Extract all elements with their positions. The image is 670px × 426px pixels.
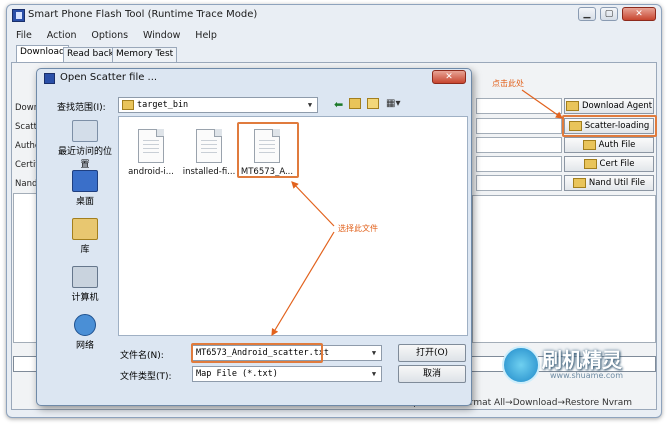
folder-icon [572,178,586,188]
tab-memory-test[interactable]: Memory Test [112,47,178,62]
computer-icon [72,266,98,288]
nand-util-file-button[interactable]: Nand Util File [564,175,654,191]
file-highlight-box [237,122,299,178]
places-bar: 最近访问的位置 桌面 库 计算机 网络 [56,118,114,358]
filename-highlight-box [191,343,323,363]
file-name: android-i... [128,167,174,177]
place-network[interactable]: 网络 [56,314,114,351]
folder-icon [583,159,597,169]
file-item[interactable]: installed-fi... [181,129,237,177]
place-desktop-label: 桌面 [75,197,94,207]
auth-file-button[interactable]: Auth File [564,137,654,153]
file-name: installed-fi... [182,167,236,177]
cancel-button[interactable]: 取消 [398,365,466,383]
up-folder-icon[interactable] [349,98,361,109]
place-library[interactable]: 库 [56,218,114,255]
auth-path-field[interactable] [476,137,562,153]
scatter-highlight-box [562,115,657,137]
tab-read-back[interactable]: Read back [63,47,118,62]
download-agent-path-field[interactable] [476,98,562,114]
watermark-logo: 刷机精灵 www.shuame.com [502,344,658,388]
window-title: Smart Phone Flash Tool (Runtime Trace Mo… [28,9,258,20]
filename-label: 文件名(N): [120,351,164,361]
place-recent-label: 最近访问的位置 [57,147,112,170]
cert-file-label: Cert File [599,159,635,169]
brand-logo-icon [502,346,540,384]
place-computer[interactable]: 计算机 [56,266,114,303]
file-item[interactable]: android-i... [123,129,179,177]
filetype-label: 文件类型(T): [120,372,172,382]
place-network-label: 网络 [75,341,94,351]
open-button[interactable]: 打开(O) [398,344,466,362]
menu-window[interactable]: Window [143,30,180,41]
cert-path-field[interactable] [476,156,562,172]
folder-icon [582,140,596,150]
place-recent[interactable]: 最近访问的位置 [56,120,114,170]
file-list-area [472,195,656,343]
lookin-value: target_bin [137,100,189,110]
tab-download[interactable]: Download [16,45,69,62]
maximize-button[interactable]: ▢ [600,7,618,21]
back-icon[interactable]: ⬅ [334,98,343,111]
dialog-close-button[interactable]: ✕ [432,70,466,84]
menu-file[interactable]: File [16,30,32,41]
menu-action[interactable]: Action [47,30,77,41]
app-icon [12,9,25,22]
folder-icon [122,99,134,110]
close-button[interactable]: ✕ [622,7,656,21]
download-agent-label: Download Agent [581,101,653,111]
auth-file-label: Auth File [598,140,636,150]
label-scatter: Scatt [15,122,37,132]
chevron-down-icon: ▼ [371,370,377,378]
nand-path-field[interactable] [476,175,562,191]
text-file-icon [196,129,222,163]
text-file-icon [138,129,164,163]
filetype-select[interactable]: Map File (*.txt) ▼ [192,366,382,382]
nand-util-file-label: Nand Util File [588,178,646,188]
dialog-title: Open Scatter file ... [60,72,158,83]
cert-file-button[interactable]: Cert File [564,156,654,172]
menu-bar: File Action Options Window Help [10,30,658,44]
lookin-combo[interactable]: target_bin ▼ [118,97,318,113]
new-folder-icon[interactable] [367,98,379,109]
minimize-button[interactable]: ▁ [578,7,596,21]
desktop-icon [72,170,98,192]
brand-url: www.shuame.com [550,371,623,380]
lookin-label: 查找范围(I): [57,103,106,113]
filetype-value: Map File (*.txt) [196,369,278,379]
scatter-path-field[interactable] [476,118,562,134]
menu-options[interactable]: Options [91,30,128,41]
chevron-down-icon: ▼ [307,101,313,109]
chevron-down-icon: ▼ [371,349,377,357]
label-nand: Nand [15,179,38,189]
annotation-select-file: 选择此文件 [338,224,378,233]
place-library-label: 库 [80,245,90,255]
network-icon [74,314,96,336]
place-desktop[interactable]: 桌面 [56,170,114,207]
download-agent-button[interactable]: Download Agent [564,98,654,114]
dialog-icon [44,73,55,84]
annotation-click-here: 点击此处 [492,79,524,88]
brand-name: 刷机精灵 [542,348,622,372]
library-icon [72,218,98,240]
view-menu-icon[interactable]: ▦▾ [386,98,400,109]
menu-help[interactable]: Help [195,30,217,41]
place-computer-label: 计算机 [71,293,99,303]
recent-places-icon [72,120,98,142]
folder-icon [565,101,579,111]
